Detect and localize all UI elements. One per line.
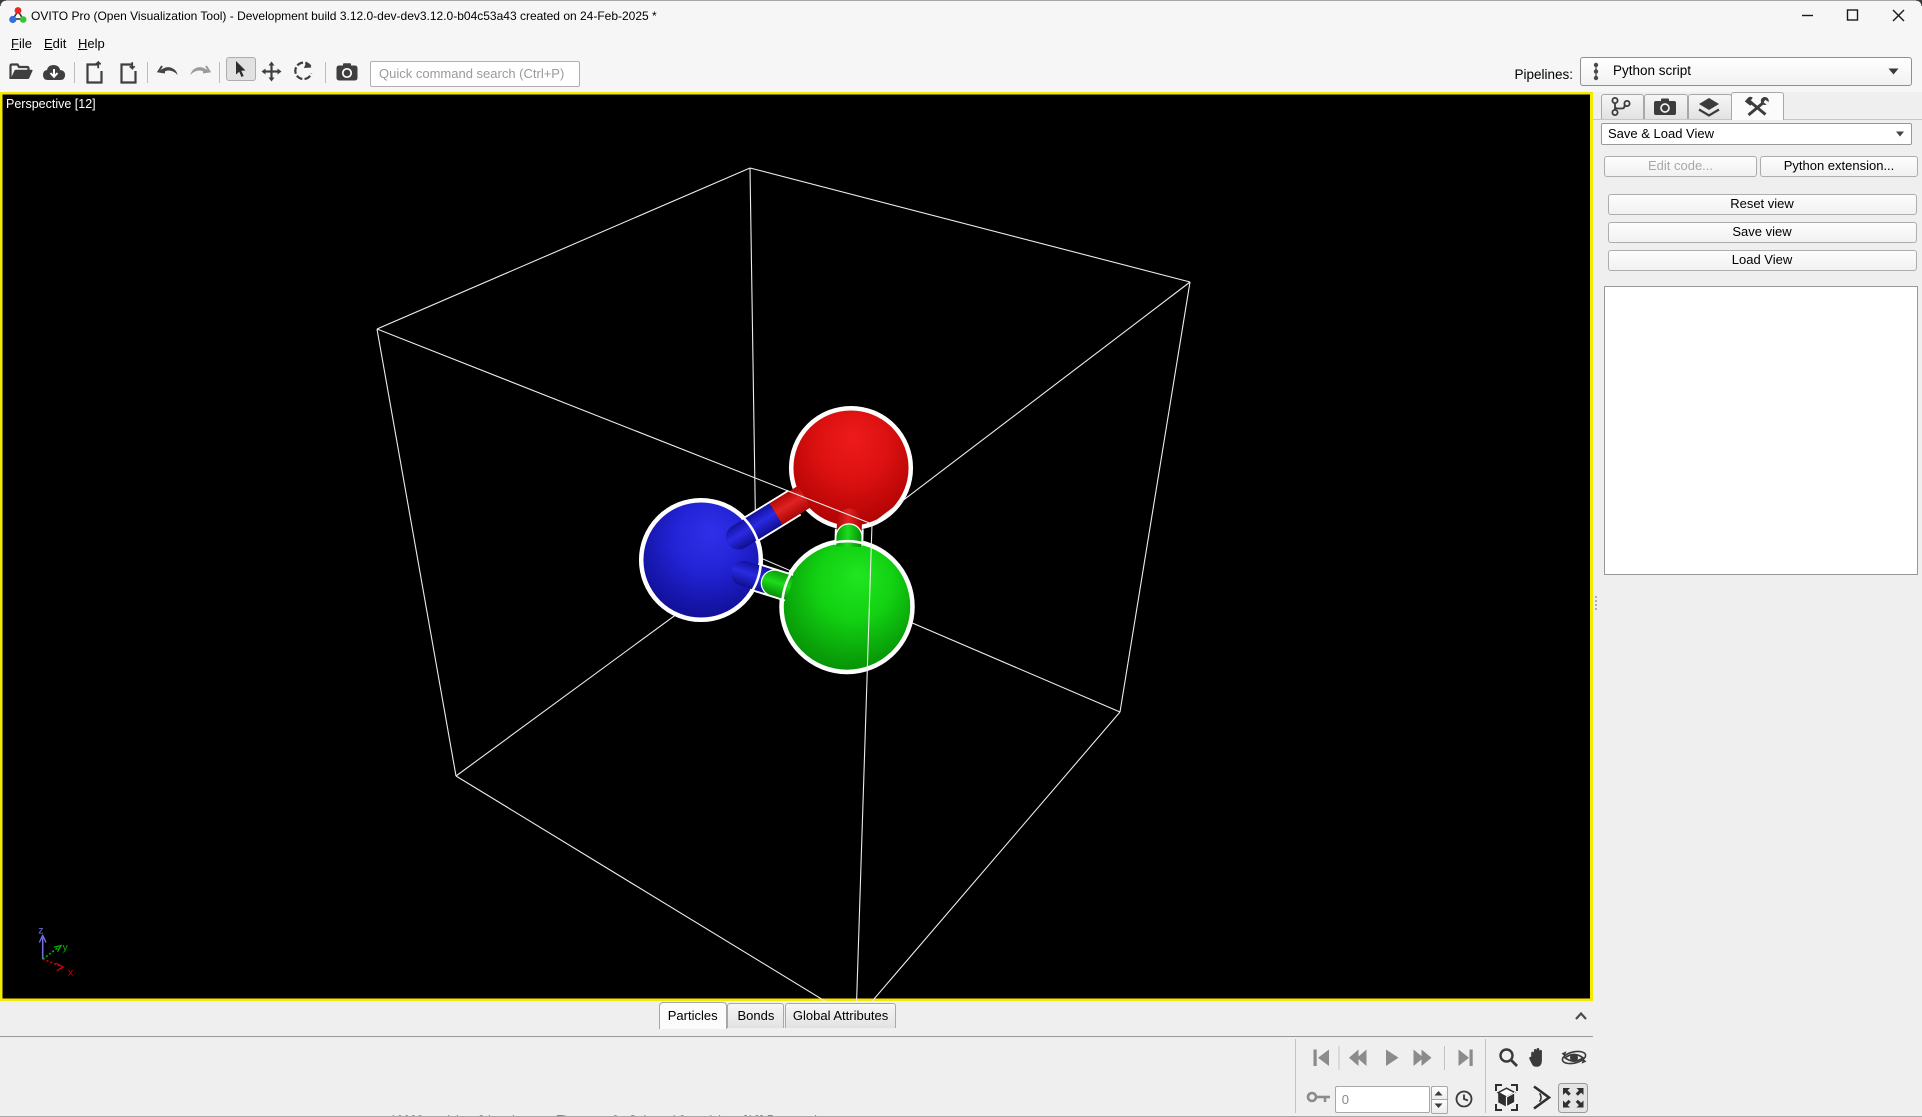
svg-text:y: y <box>63 942 69 954</box>
svg-text:z: z <box>38 925 43 937</box>
svg-text:x: x <box>68 967 74 979</box>
svg-text:Perspective [12]: Perspective [12] <box>6 97 96 111</box>
